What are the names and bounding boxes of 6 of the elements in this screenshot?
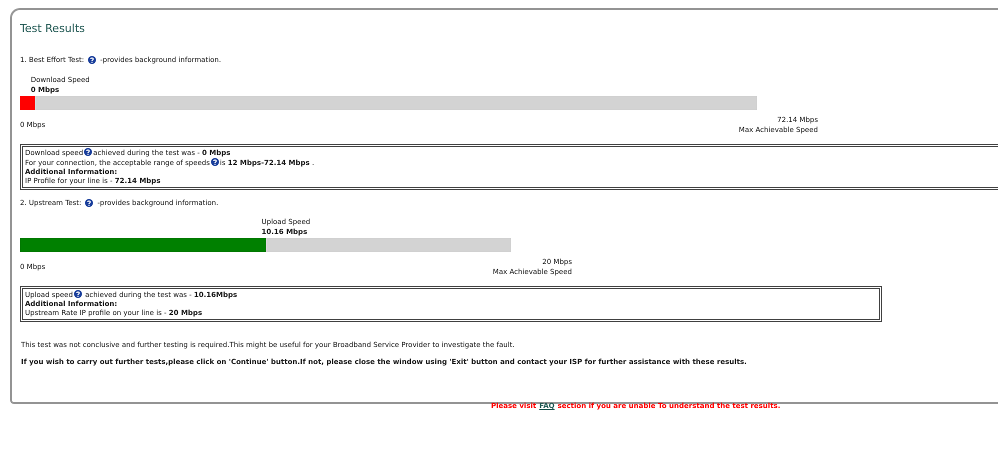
- page-title: Test Results: [20, 22, 86, 36]
- help-icon[interactable]: [210, 158, 219, 166]
- help-icon[interactable]: [74, 290, 82, 298]
- help-icon[interactable]: [84, 148, 92, 156]
- help-icon[interactable]: [85, 198, 94, 207]
- help-icon[interactable]: [88, 56, 96, 64]
